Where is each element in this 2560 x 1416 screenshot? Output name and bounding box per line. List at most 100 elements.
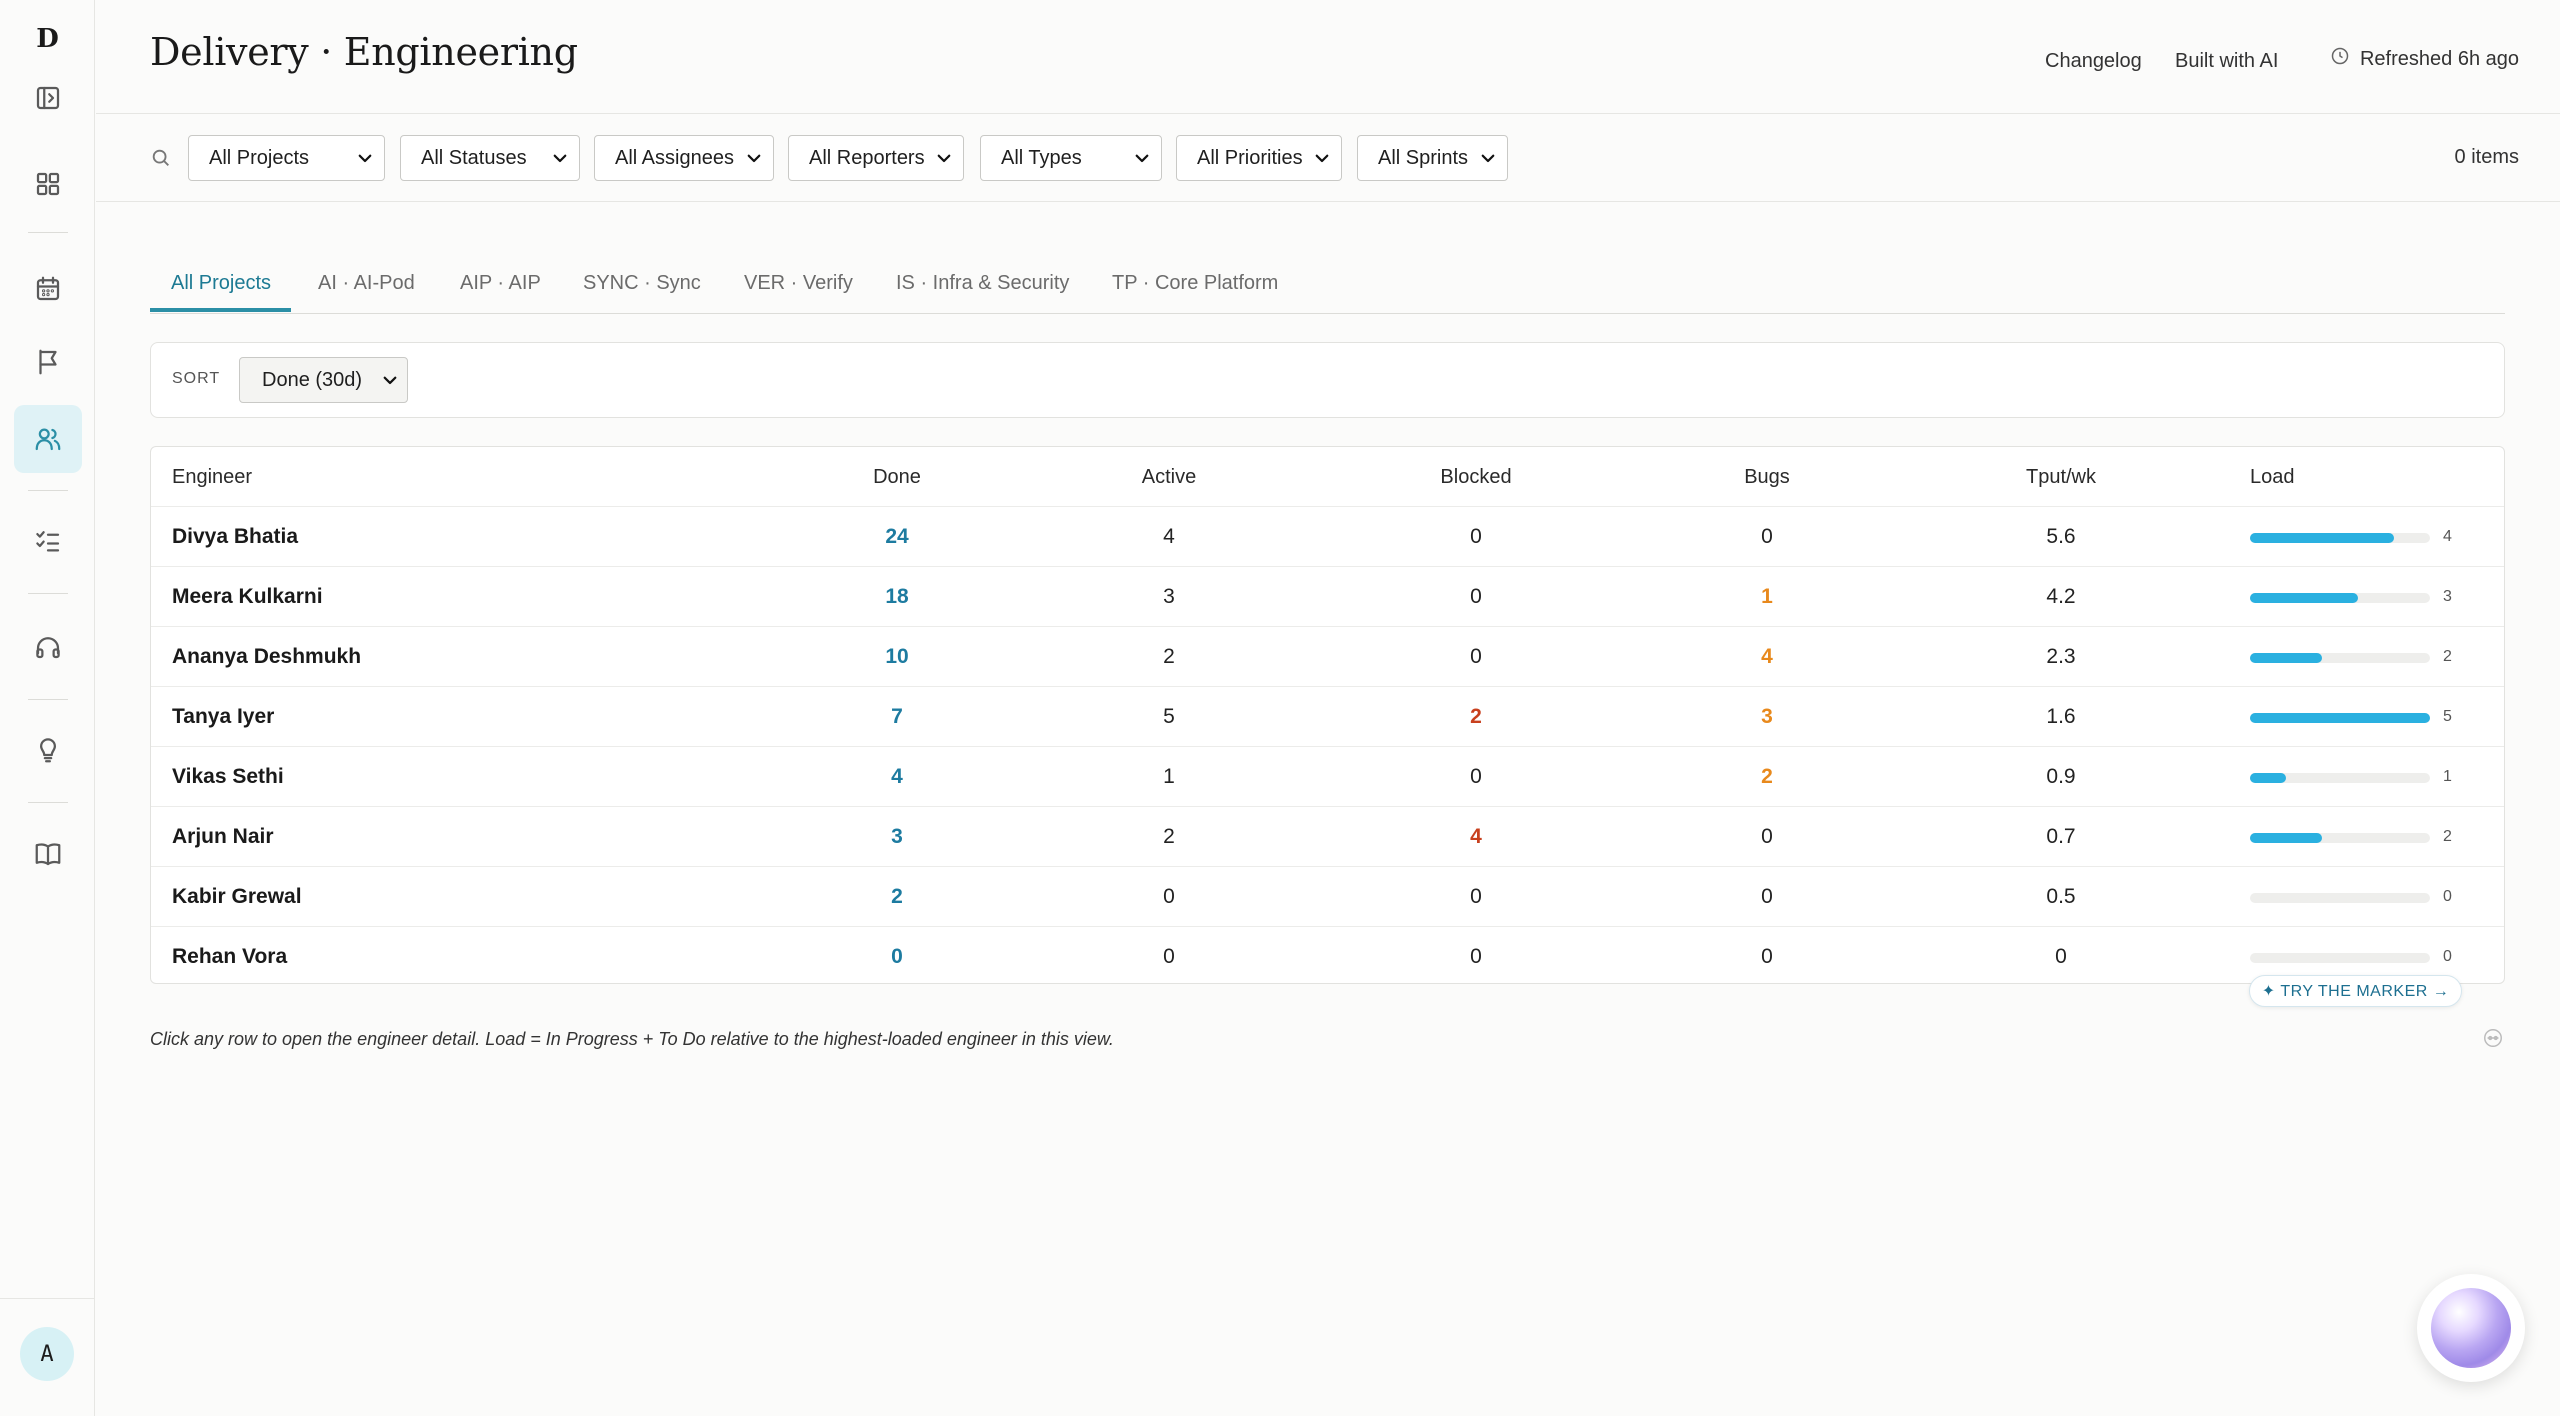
load-bar [2250, 713, 2430, 723]
type-filter[interactable]: All Types [980, 135, 1162, 181]
cell-bugs: 0 [1761, 525, 1773, 548]
cell-blocked: 4 [1470, 825, 1482, 848]
cell-engineer-name: Arjun Nair [172, 825, 274, 848]
chevron-down-icon [356, 149, 374, 167]
sprint-filter[interactable]: All Sprints [1357, 135, 1508, 181]
flag-icon[interactable] [20, 334, 76, 390]
refresh-status[interactable]: Refreshed 6h ago [2330, 46, 2519, 72]
cell-active: 0 [1163, 885, 1175, 908]
cell-bugs: 2 [1761, 765, 1773, 788]
tab-sync[interactable]: SYNC · Sync [583, 272, 701, 295]
settings-dial-icon[interactable] [2482, 1027, 2504, 1049]
assistant-orb-icon [2431, 1288, 2511, 1368]
header: Delivery · Engineering Changelog Built w… [96, 0, 2560, 114]
sidebar-divider [28, 490, 68, 491]
try-marker-button[interactable]: ✦ TRY THE MARKER → [2249, 975, 2462, 1007]
chevron-down-icon [551, 149, 569, 167]
calendar-icon[interactable] [20, 261, 76, 317]
tab-all-projects[interactable]: All Projects [171, 272, 271, 295]
tab-infra-security[interactable]: IS · Infra & Security [896, 272, 1069, 295]
project-tabs: All Projects AI · AI-Pod AIP · AIP SYNC … [150, 252, 2505, 314]
grid-icon[interactable] [20, 156, 76, 212]
sort-select[interactable]: Done (30d) [239, 357, 408, 403]
tab-ai-pod[interactable]: AI · AI-Pod [318, 272, 415, 295]
cell-active: 1 [1163, 765, 1175, 788]
avatar[interactable]: A [20, 1327, 74, 1381]
cell-engineer-name: Rehan Vora [172, 945, 288, 968]
cell-load: 4 [2443, 528, 2452, 545]
status-filter[interactable]: All Statuses [400, 135, 580, 181]
cell-blocked: 0 [1470, 645, 1482, 668]
table-row[interactable]: Rehan Vora 0 0 0 0 0 0 [151, 927, 2504, 983]
search-icon[interactable] [150, 147, 174, 171]
checklist-icon[interactable] [20, 513, 76, 569]
tab-core-platform[interactable]: TP · Core Platform [1112, 272, 1278, 295]
project-filter[interactable]: All Projects [188, 135, 385, 181]
built-with-ai-link[interactable]: Built with AI [2175, 50, 2278, 73]
column-header-bugs[interactable]: Bugs [1744, 447, 1790, 507]
assistant-orb-button[interactable] [2417, 1274, 2525, 1382]
sidebar-divider [28, 802, 68, 803]
table-row[interactable]: Divya Bhatia 24 4 0 0 5.6 4 [151, 507, 2504, 567]
sort-value: Done (30d) [262, 368, 363, 391]
cell-blocked: 0 [1470, 525, 1482, 548]
cell-bugs: 0 [1761, 825, 1773, 848]
sidebar-divider [28, 593, 68, 594]
panel-toggle-icon[interactable] [20, 70, 76, 126]
cell-engineer-name: Vikas Sethi [172, 765, 284, 788]
column-header-engineer[interactable]: Engineer [172, 447, 252, 507]
changelog-link[interactable]: Changelog [2045, 50, 2142, 73]
load-bar [2250, 833, 2430, 843]
tab-verify[interactable]: VER · Verify [744, 272, 853, 295]
table-row[interactable]: Tanya Iyer 7 5 2 3 1.6 5 [151, 687, 2504, 747]
cell-done: 3 [891, 825, 903, 848]
assignee-filter[interactable]: All Assignees [594, 135, 774, 181]
type-filter-value: All Types [1001, 146, 1082, 169]
page-title: Delivery · Engineering [150, 30, 578, 74]
cell-load: 2 [2443, 648, 2452, 665]
cell-engineer-name: Tanya Iyer [172, 705, 275, 728]
cell-tput: 1.6 [2046, 705, 2076, 728]
cell-blocked: 0 [1470, 765, 1482, 788]
table-row[interactable]: Ananya Deshmukh 10 2 0 4 2.3 2 [151, 627, 2504, 687]
table-row[interactable]: Kabir Grewal 2 0 0 0 0.5 0 [151, 867, 2504, 927]
priority-filter[interactable]: All Priorities [1176, 135, 1342, 181]
cell-done: 4 [891, 765, 903, 788]
cell-bugs: 4 [1761, 645, 1773, 668]
active-tab-indicator [150, 308, 291, 312]
status-filter-value: All Statuses [421, 146, 527, 169]
cell-blocked: 0 [1470, 585, 1482, 608]
refresh-text: Refreshed 6h ago [2359, 47, 2519, 70]
engineer-table: Engineer Done Active Blocked Bugs Tput/w… [150, 446, 2505, 984]
cell-engineer-name: Meera Kulkarni [172, 585, 323, 608]
cell-engineer-name: Divya Bhatia [172, 525, 299, 548]
table-row[interactable]: Meera Kulkarni 18 3 0 1 4.2 3 [151, 567, 2504, 627]
users-icon[interactable] [14, 405, 82, 473]
app-logo[interactable]: D [0, 24, 95, 54]
lightbulb-icon[interactable] [20, 722, 76, 778]
cell-load: 5 [2443, 708, 2452, 725]
items-count: 0 items [2454, 146, 2519, 168]
table-row[interactable]: Vikas Sethi 4 1 0 2 0.9 1 [151, 747, 2504, 807]
assignee-filter-value: All Assignees [615, 146, 734, 169]
cell-active: 3 [1163, 585, 1175, 608]
book-icon[interactable] [20, 826, 76, 882]
column-header-active[interactable]: Active [1142, 447, 1196, 507]
column-header-blocked[interactable]: Blocked [1440, 447, 1511, 507]
cell-bugs: 0 [1761, 885, 1773, 908]
chevron-down-icon [935, 149, 953, 167]
headphones-icon[interactable] [20, 619, 76, 675]
cell-tput: 5.6 [2046, 525, 2076, 548]
table-row[interactable]: Arjun Nair 3 2 4 0 0.7 2 [151, 807, 2504, 867]
cell-done: 7 [891, 705, 903, 728]
column-header-done[interactable]: Done [873, 447, 921, 507]
column-header-tput[interactable]: Tput/wk [2026, 447, 2096, 507]
cell-bugs: 3 [1761, 705, 1773, 728]
cell-tput: 0.9 [2046, 765, 2076, 788]
cell-done: 0 [891, 945, 903, 968]
load-bar [2250, 773, 2430, 783]
tab-aip[interactable]: AIP · AIP [460, 272, 541, 295]
reporter-filter[interactable]: All Reporters [788, 135, 964, 181]
cell-engineer-name: Kabir Grewal [172, 885, 302, 908]
column-header-load[interactable]: Load [2250, 447, 2295, 507]
